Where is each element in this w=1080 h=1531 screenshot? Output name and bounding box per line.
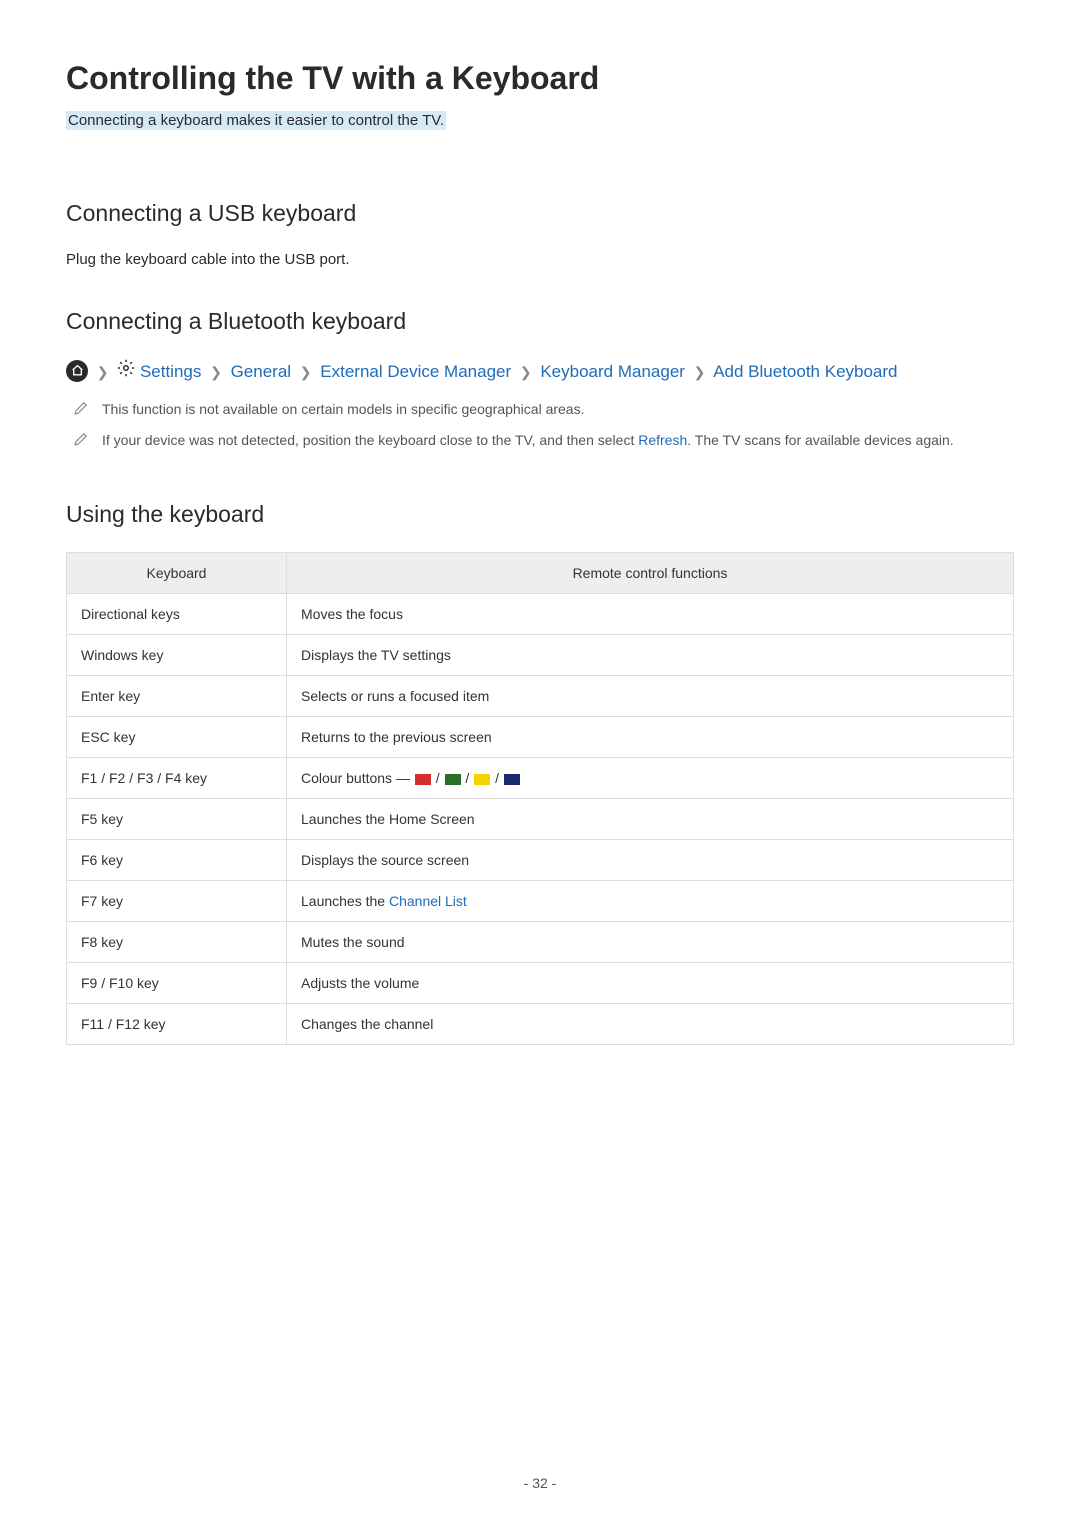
page-number: - 32 -: [66, 1475, 1014, 1491]
nav-keyboard-manager[interactable]: Keyboard Manager: [540, 362, 685, 381]
table-cell-key: F8 key: [67, 922, 287, 963]
page-title: Controlling the TV with a Keyboard: [66, 60, 1014, 97]
cell-text-pre: Launches the: [301, 893, 389, 909]
usb-body-text: Plug the keyboard cable into the USB por…: [66, 251, 1014, 268]
table-cell-key: F5 key: [67, 799, 287, 840]
nav-add-bluetooth-keyboard[interactable]: Add Bluetooth Keyboard: [713, 362, 897, 381]
nav-general[interactable]: General: [231, 362, 291, 381]
note-item: If your device was not detected, positio…: [66, 430, 1014, 451]
table-cell-function: Displays the TV settings: [287, 635, 1014, 676]
table-row: Enter keySelects or runs a focused item: [67, 676, 1014, 717]
table-cell-function: Displays the source screen: [287, 840, 1014, 881]
table-cell-function: Returns to the previous screen: [287, 717, 1014, 758]
chevron-icon: ❯: [300, 362, 312, 383]
colour-box-yellow: [474, 774, 490, 785]
colour-box-blue: [504, 774, 520, 785]
table-cell-key: F11 / F12 key: [67, 1004, 287, 1045]
section-heading-using: Using the keyboard: [66, 501, 1014, 528]
table-cell-function: Changes the channel: [287, 1004, 1014, 1045]
table-cell-key: ESC key: [67, 717, 287, 758]
table-cell-function: Launches the Channel List: [287, 881, 1014, 922]
table-cell-key: F9 / F10 key: [67, 963, 287, 1004]
chevron-icon: ❯: [694, 362, 706, 383]
note-text-post: . The TV scans for available devices aga…: [687, 432, 953, 448]
table-cell-key: Directional keys: [67, 594, 287, 635]
home-icon: [66, 360, 88, 382]
table-cell-key: Enter key: [67, 676, 287, 717]
note-text: If your device was not detected, positio…: [102, 430, 954, 451]
note-text-pre: If your device was not detected, positio…: [102, 432, 638, 448]
note-text: This function is not available on certai…: [102, 399, 585, 420]
chevron-icon: ❯: [520, 362, 532, 383]
table-cell-key: Windows key: [67, 635, 287, 676]
nav-external-device-manager[interactable]: External Device Manager: [320, 362, 511, 381]
table-cell-function: Selects or runs a focused item: [287, 676, 1014, 717]
table-cell-key: F7 key: [67, 881, 287, 922]
table-row: F5 keyLaunches the Home Screen: [67, 799, 1014, 840]
keyboard-functions-table: Keyboard Remote control functions Direct…: [66, 552, 1014, 1045]
table-cell-function: Mutes the sound: [287, 922, 1014, 963]
pencil-icon: [74, 432, 88, 451]
gear-icon: [117, 359, 135, 385]
table-header-functions: Remote control functions: [287, 553, 1014, 594]
refresh-link[interactable]: Refresh: [638, 432, 687, 448]
table-row: F7 keyLaunches the Channel List: [67, 881, 1014, 922]
table-row: ESC keyReturns to the previous screen: [67, 717, 1014, 758]
table-row: Directional keysMoves the focus: [67, 594, 1014, 635]
colour-box-red: [415, 774, 431, 785]
table-row: F6 keyDisplays the source screen: [67, 840, 1014, 881]
table-cell-key: F1 / F2 / F3 / F4 key: [67, 758, 287, 799]
table-cell-function: Adjusts the volume: [287, 963, 1014, 1004]
page-subtitle: Connecting a keyboard makes it easier to…: [66, 111, 446, 130]
table-row: F1 / F2 / F3 / F4 keyColour buttons ― / …: [67, 758, 1014, 799]
table-row: F9 / F10 keyAdjusts the volume: [67, 963, 1014, 1004]
table-cell-function: Moves the focus: [287, 594, 1014, 635]
nav-settings[interactable]: Settings: [140, 362, 201, 381]
colour-box-green: [445, 774, 461, 785]
channel-list-link[interactable]: Channel List: [389, 893, 467, 909]
chevron-icon: ❯: [97, 362, 109, 383]
table-cell-function: Launches the Home Screen: [287, 799, 1014, 840]
table-row: F11 / F12 keyChanges the channel: [67, 1004, 1014, 1045]
chevron-icon: ❯: [210, 362, 222, 383]
pencil-icon: [74, 401, 88, 420]
note-item: This function is not available on certai…: [66, 399, 1014, 420]
breadcrumb: ❯ Settings ❯ General ❯ External Device M…: [66, 359, 1014, 385]
table-header-keyboard: Keyboard: [67, 553, 287, 594]
section-heading-bluetooth: Connecting a Bluetooth keyboard: [66, 308, 1014, 335]
section-heading-usb: Connecting a USB keyboard: [66, 200, 1014, 227]
table-row: F8 keyMutes the sound: [67, 922, 1014, 963]
table-cell-function: Colour buttons ― / / /: [287, 758, 1014, 799]
table-row: Windows keyDisplays the TV settings: [67, 635, 1014, 676]
table-cell-key: F6 key: [67, 840, 287, 881]
